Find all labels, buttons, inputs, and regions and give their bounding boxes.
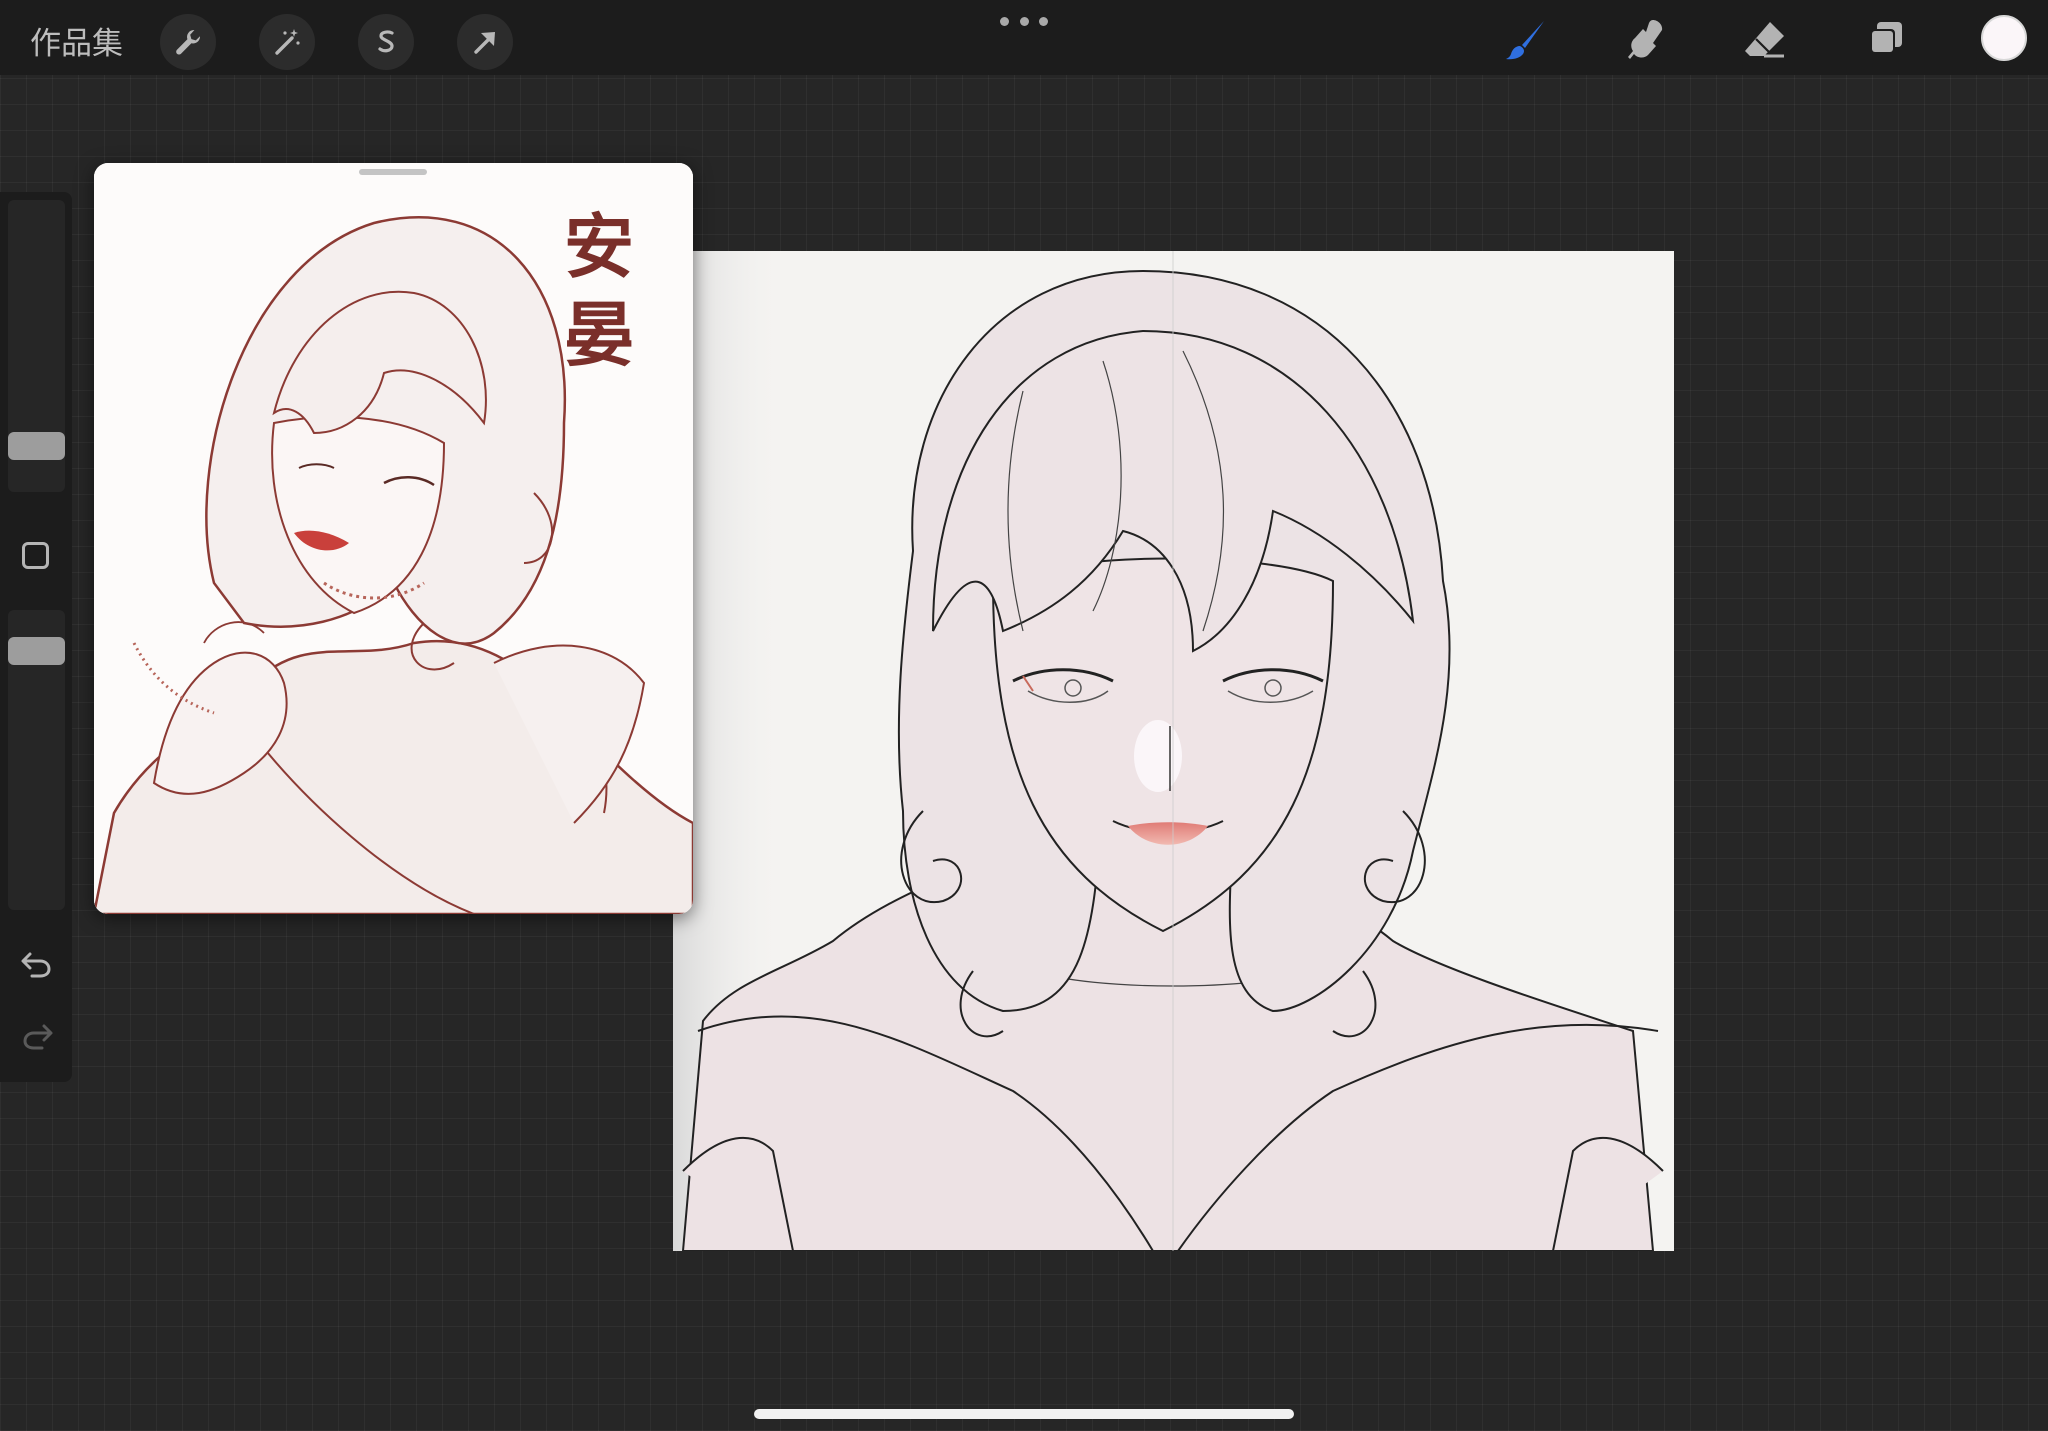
layers-icon bbox=[1870, 22, 1902, 54]
home-indicator[interactable] bbox=[754, 1409, 1294, 1419]
smudge-tool-button[interactable] bbox=[1618, 12, 1674, 68]
layers-button[interactable] bbox=[1858, 12, 1914, 68]
gallery-button[interactable]: 作品集 bbox=[30, 18, 123, 63]
redo-icon[interactable] bbox=[18, 1020, 56, 1054]
reference-window[interactable]: 安晏 bbox=[94, 163, 693, 914]
selection-s-icon bbox=[378, 30, 394, 53]
magic-wand-icon bbox=[275, 29, 300, 55]
left-sidebar bbox=[0, 192, 72, 1082]
top-toolbar: 作品集 bbox=[0, 0, 2048, 75]
transform-button[interactable] bbox=[457, 14, 513, 70]
undo-icon[interactable] bbox=[18, 948, 56, 982]
brush-tool-button[interactable] bbox=[1498, 12, 1554, 68]
more-dots-icon bbox=[1019, 16, 1029, 26]
canvas-artwork bbox=[673, 251, 1664, 1251]
reference-window-handle[interactable] bbox=[359, 169, 427, 175]
modify-square-icon[interactable] bbox=[22, 542, 49, 569]
more-dots-icon bbox=[1039, 16, 1048, 26]
more-options-button[interactable] bbox=[1000, 12, 1048, 30]
selection-button[interactable] bbox=[358, 14, 414, 70]
brush-size-slider-knob[interactable] bbox=[8, 432, 65, 461]
opacity-slider-knob[interactable] bbox=[8, 637, 65, 666]
actions-button[interactable] bbox=[160, 14, 216, 70]
eraser-icon bbox=[1745, 22, 1784, 58]
drawing-canvas[interactable] bbox=[673, 251, 1674, 1251]
smudge-finger-icon bbox=[1628, 20, 1663, 59]
reference-calligraphy: 安晏 bbox=[564, 205, 634, 376]
adjustments-button[interactable] bbox=[259, 14, 315, 70]
wrench-icon bbox=[176, 30, 201, 55]
color-picker-button[interactable] bbox=[1981, 15, 2027, 61]
eraser-tool-button[interactable] bbox=[1737, 12, 1793, 68]
arrow-cursor-icon bbox=[474, 32, 495, 54]
more-dots-icon bbox=[1000, 16, 1009, 26]
brush-icon bbox=[1506, 21, 1544, 60]
